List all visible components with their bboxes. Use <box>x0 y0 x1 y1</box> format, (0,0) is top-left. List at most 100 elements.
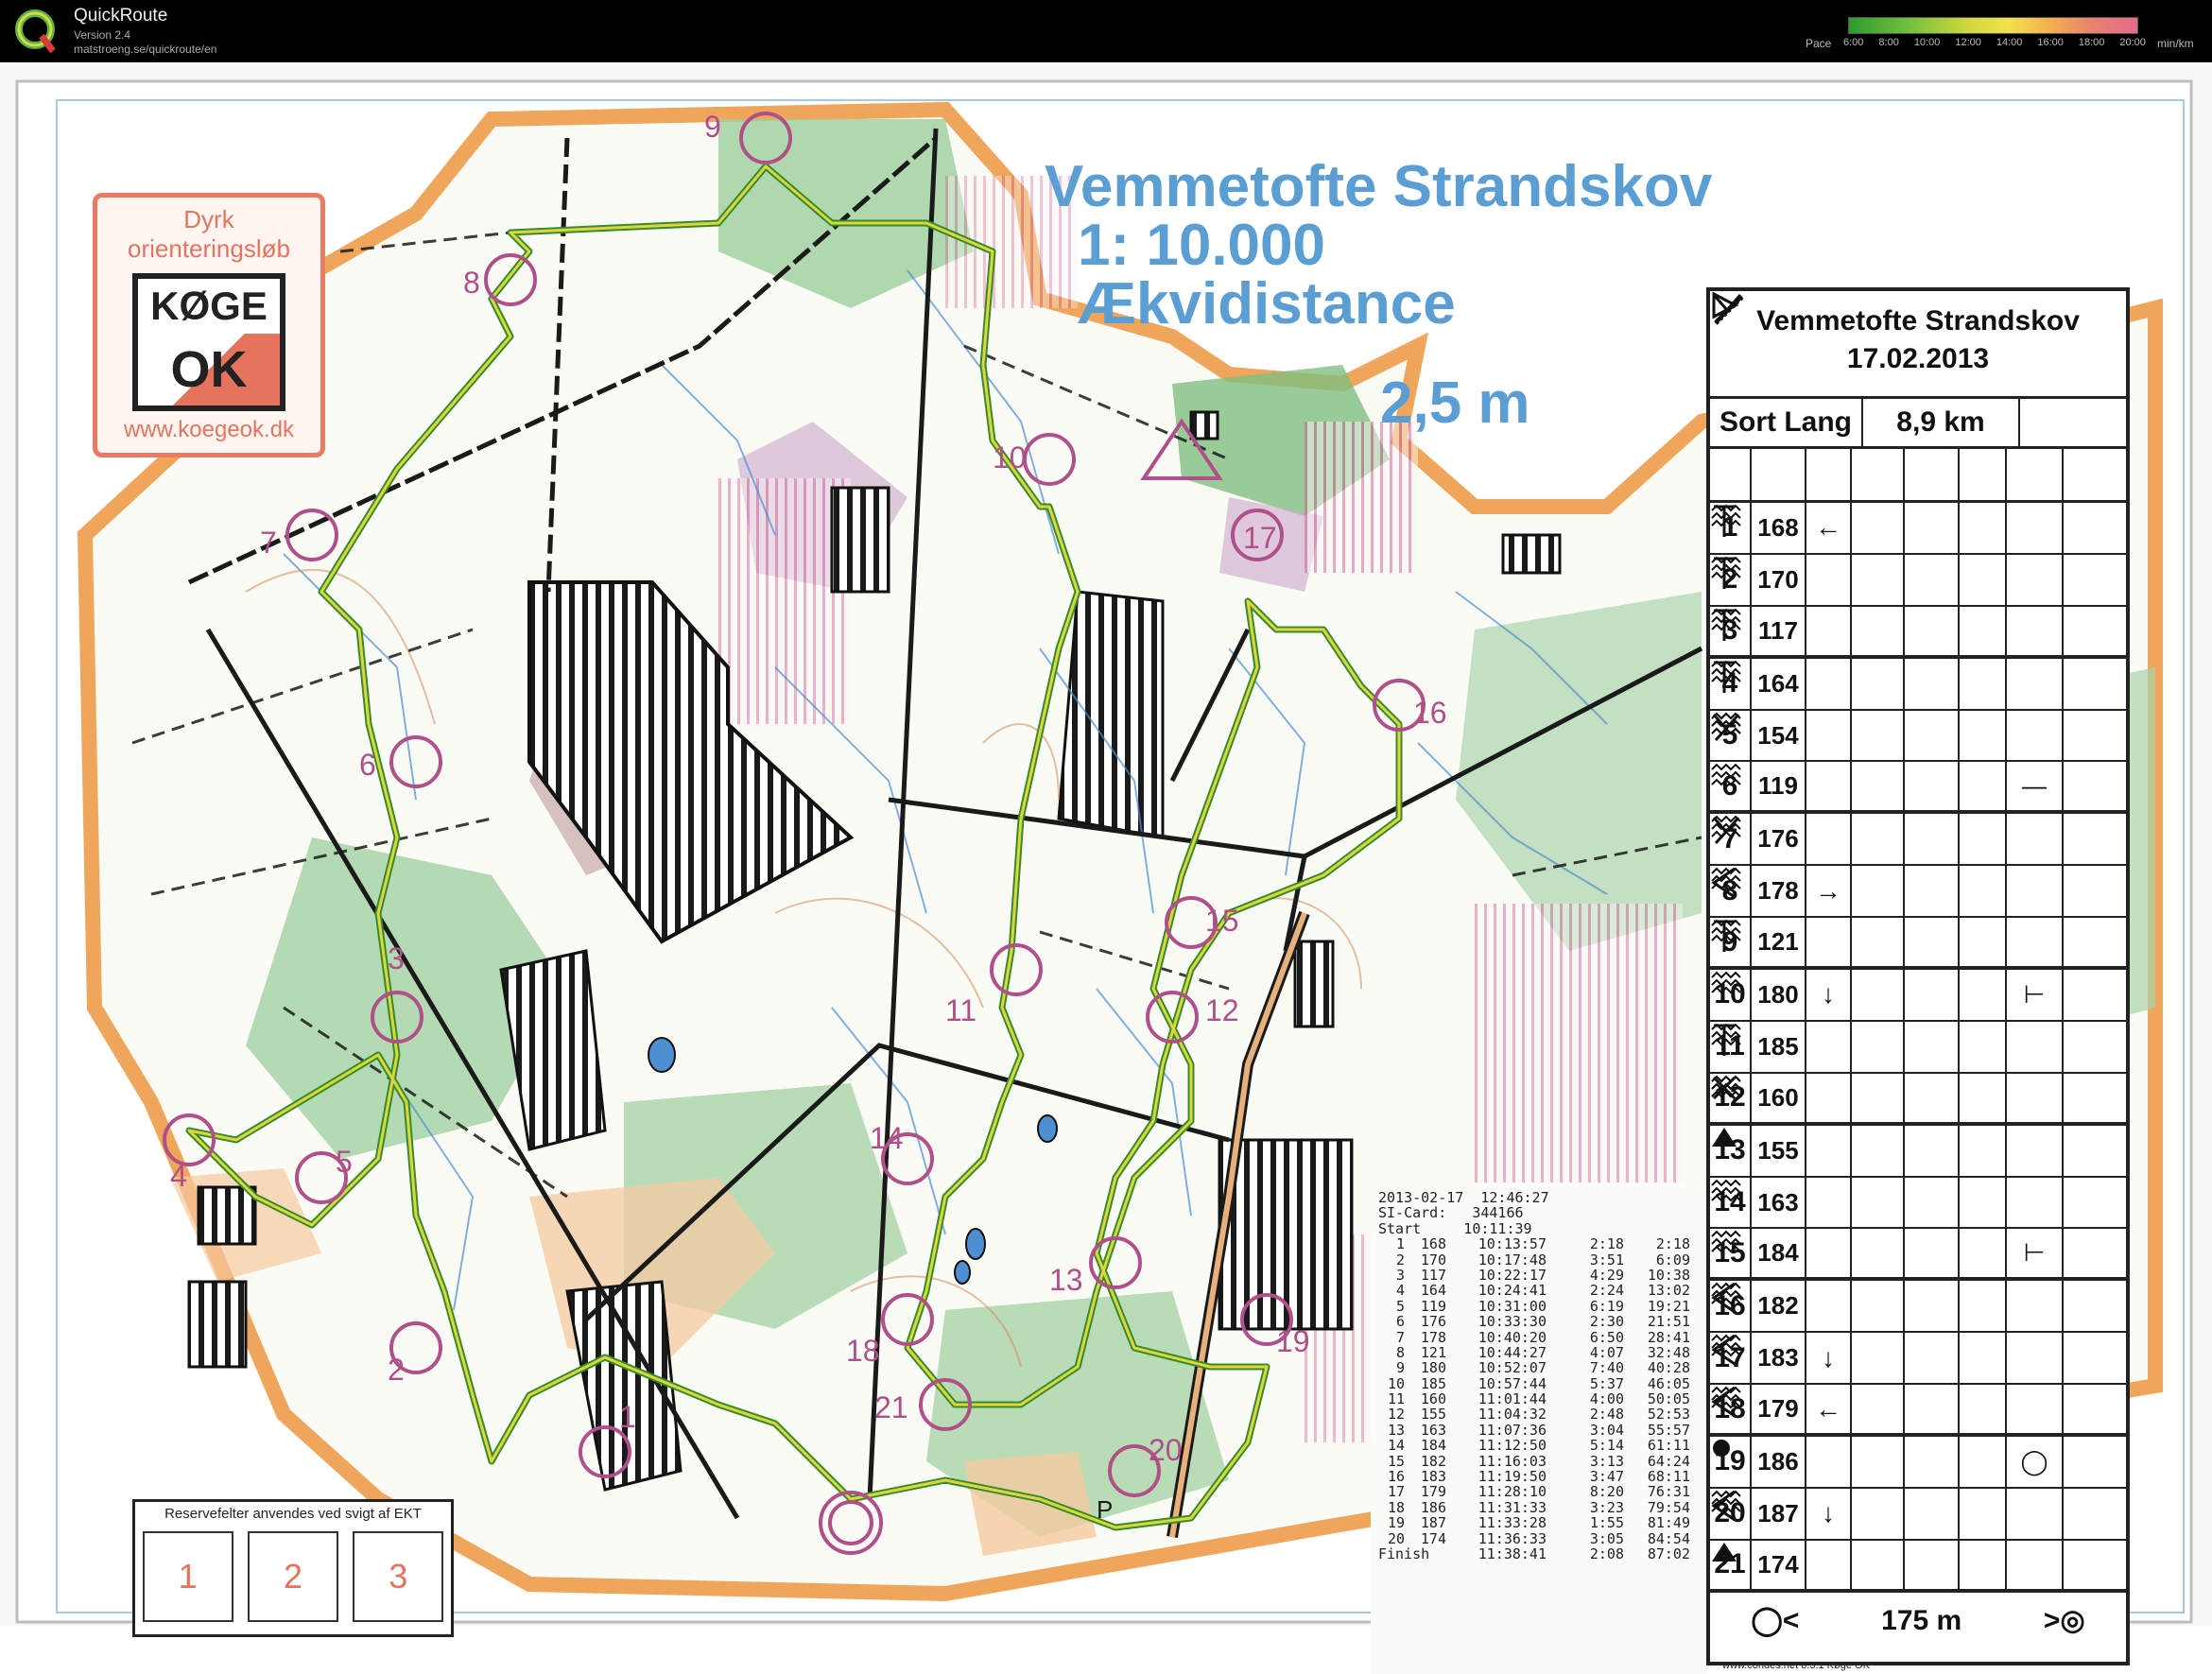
split-cum: 2:18 <box>1655 1235 1690 1253</box>
split-code: 179 <box>1420 1483 1446 1501</box>
control-row: 19 186 ◯ <box>1710 1437 2126 1489</box>
control-direction: ↓ <box>1806 1333 1852 1384</box>
split-cum: 79:54 <box>1647 1498 1690 1516</box>
split-leg: 3:04 <box>1589 1421 1624 1439</box>
feature-symbol-icon <box>1905 658 1960 709</box>
split-row: 2 170 10:17:48 3:51 6:09 <box>1378 1251 1702 1268</box>
other-info <box>2064 1022 2126 1072</box>
appearance-symbol-icon <box>1712 710 2007 761</box>
appearance-symbol-icon <box>1960 1281 2007 1332</box>
ride-symbol-icon <box>1714 295 1905 500</box>
split-code: 184 <box>1420 1437 1446 1455</box>
control-row: 9 121 <box>1710 918 2126 971</box>
control-code: 185 <box>1752 1021 1806 1072</box>
feature-symbol-icon <box>1711 918 1905 967</box>
control-label-6: 6 <box>359 748 376 782</box>
feature-symbol-icon <box>1905 1488 1960 1539</box>
control-row: 8 178 → <box>1710 866 2126 919</box>
badge-bottom-text: OK <box>170 341 248 398</box>
location-symbol-icon <box>1711 1281 2064 1332</box>
split-row: 8 121 10:44:27 4:07 32:48 <box>1378 1345 1702 1361</box>
control-label-4: 4 <box>170 1159 187 1193</box>
control-row: 10 180 ↓ ⊢ <box>1710 970 2126 1022</box>
control-label-20: 20 <box>1149 1433 1183 1467</box>
feature-symbol-icon <box>1905 1177 1960 1228</box>
split-row: 15 182 11:16:03 3:13 64:24 <box>1378 1453 1702 1469</box>
control-label-5: 5 <box>336 1145 353 1179</box>
other-info <box>2064 555 2126 605</box>
split-row: 4 164 10:24:41 2:24 13:02 <box>1378 1283 1702 1299</box>
split-row: 1 168 10:13:57 2:18 2:18 <box>1378 1235 1702 1253</box>
split-n: 16 <box>1387 1468 1405 1486</box>
other-info <box>2064 1074 2126 1122</box>
split-rows: 1 168 10:13:57 2:18 2:18 2 170 10:17:48 3:51 6:09… <box>1378 1236 1702 1546</box>
feature-symbol-icon <box>1711 1073 1905 1122</box>
reserve-box-2: 2 <box>247 1531 338 1622</box>
feature-symbol-icon <box>1711 814 1905 865</box>
location-symbol-icon <box>1714 554 2064 605</box>
control-row: 4 164 <box>1710 658 2126 711</box>
other-info <box>2064 1126 2126 1176</box>
split-leg: 2:48 <box>1589 1406 1624 1424</box>
other-info <box>2064 970 2126 1020</box>
control-code: 119 <box>1752 762 1806 811</box>
split-row: 17 179 11:28:10 8:20 76:31 <box>1378 1483 1702 1501</box>
feature-symbol-icon <box>1905 1540 1960 1589</box>
control-code: 154 <box>1752 710 1806 761</box>
location-symbol-icon <box>2007 1125 2064 1176</box>
control-row: 7 176 <box>1710 814 2126 867</box>
location-symbol-icon <box>2007 1073 2064 1122</box>
location-symbol-icon <box>1714 1021 2064 1072</box>
split-finish-row: Finish 11:38:41 2:08 87:02 <box>1378 1546 1702 1562</box>
control-code: 170 <box>1752 554 1806 605</box>
split-leg: 3:05 <box>1589 1529 1624 1547</box>
pace-tick: 6:00 <box>1843 37 1864 48</box>
split-leg: 6:50 <box>1589 1328 1624 1346</box>
contour-label: Ækvidistance <box>1078 271 1456 337</box>
control-label-14: 14 <box>870 1121 904 1155</box>
split-row: 19 187 11:33:28 1:55 81:49 <box>1378 1515 1702 1531</box>
feature-symbol-icon <box>1905 918 1960 967</box>
control-row: 1 168 ← <box>1710 503 2126 555</box>
split-leg: 6:19 <box>1589 1297 1624 1315</box>
split-n: 18 <box>1387 1498 1405 1516</box>
split-time: 11:12:50 <box>1478 1437 1547 1455</box>
control-label-18: 18 <box>846 1334 880 1368</box>
path-symbol-icon <box>1714 295 1960 500</box>
other-info <box>2064 918 2126 966</box>
split-cum: 84:54 <box>1647 1529 1690 1547</box>
reserve-punch-boxes: Reservefelter anvendes ved svigt af EKT … <box>132 1499 454 1637</box>
orienteering-map[interactable]: P 1 2 3 4 5 6 7 8 9 10 11 12 13 14 15 16… <box>0 62 2212 1674</box>
feature-symbol-icon <box>1711 866 1905 917</box>
split-n: 12 <box>1387 1406 1405 1424</box>
split-n: 5 <box>1395 1297 1405 1315</box>
feature-symbol-icon <box>1905 762 1960 811</box>
control-direction <box>1806 1177 1852 1228</box>
control-direction <box>1806 1125 1852 1176</box>
feature-symbol-icon <box>1711 1177 1905 1228</box>
control-label-12: 12 <box>1205 993 1239 1027</box>
location-symbol-icon <box>1714 503 2064 553</box>
app-url-link[interactable]: matstroeng.se/quickroute/en <box>74 43 216 56</box>
appearance-symbol-icon <box>1960 762 2007 811</box>
split-n: 20 <box>1387 1529 1405 1547</box>
desc-finish-row: ◯< 175 m >◎ <box>1710 1593 2126 1649</box>
control-direction: ← <box>1806 1385 1852 1434</box>
desc-title: Vemmetofte Strandskov 17.02.2013 <box>1710 291 2126 399</box>
split-code: 160 <box>1420 1390 1446 1408</box>
feature-symbol-icon <box>1711 658 1905 709</box>
location-symbol-icon <box>1714 658 2064 709</box>
split-time: 10:33:30 <box>1478 1313 1547 1331</box>
control-direction <box>1806 1073 1852 1122</box>
feature-symbol-icon <box>1711 762 1905 811</box>
split-cum: 50:05 <box>1647 1390 1690 1408</box>
split-finish-label: Finish <box>1378 1545 1430 1562</box>
location-symbol-icon <box>1714 606 2064 655</box>
control-label-21: 21 <box>874 1390 908 1424</box>
control-code: 155 <box>1752 1125 1806 1176</box>
split-time: 11:31:33 <box>1478 1498 1547 1516</box>
control-row: 6 119— <box>1710 762 2126 815</box>
split-time: 10:13:57 <box>1478 1235 1547 1253</box>
control-row: 14 163 <box>1710 1177 2126 1230</box>
control-row: 20 187 ↓ <box>1710 1488 2126 1541</box>
